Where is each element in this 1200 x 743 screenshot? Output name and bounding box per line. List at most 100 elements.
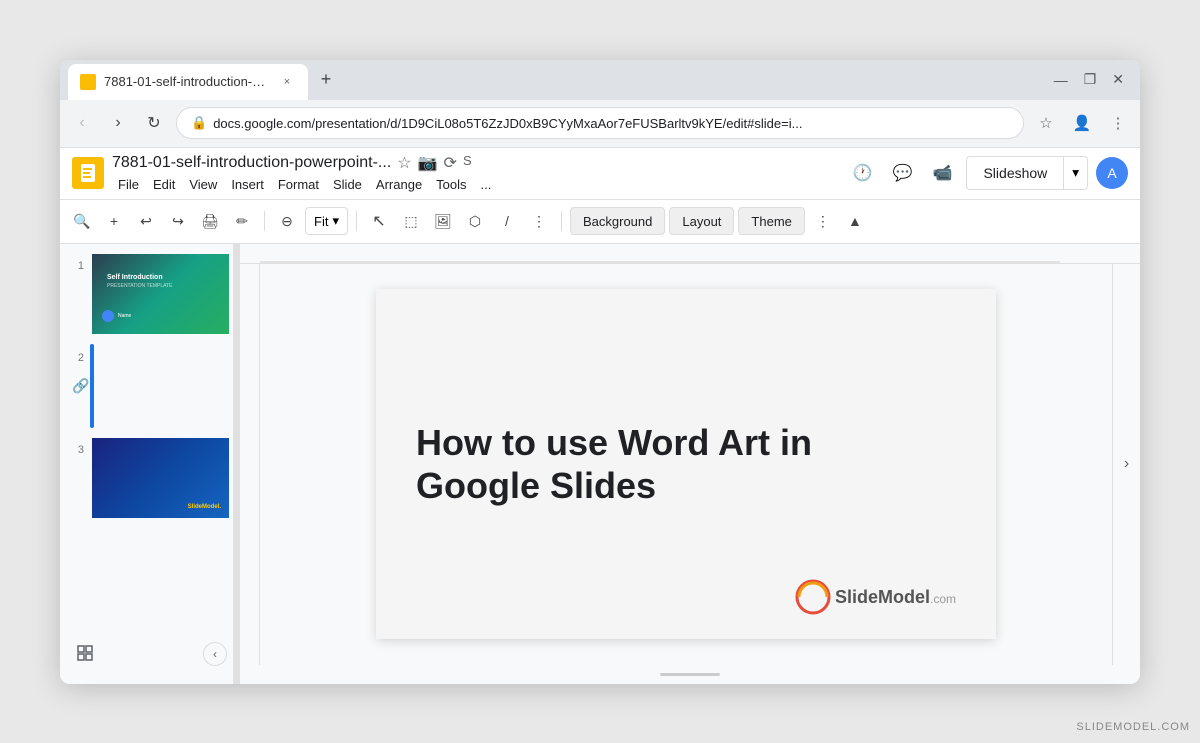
cloud-icon[interactable]: S bbox=[463, 153, 472, 173]
link-icon: 🔗 bbox=[72, 377, 89, 394]
video-button[interactable]: 📹 bbox=[926, 157, 958, 189]
tab-close-button[interactable]: × bbox=[278, 73, 296, 91]
doc-title[interactable]: 7881-01-self-introduction-powerpoint-... bbox=[112, 154, 391, 172]
logo-text: SlideModel bbox=[835, 587, 930, 607]
image-tool[interactable]: 🖼 bbox=[429, 207, 457, 235]
horizontal-ruler: /* ruler ticks */ bbox=[240, 244, 1140, 264]
extensions-button[interactable]: ⋮ bbox=[1104, 109, 1132, 137]
close-button[interactable]: ✕ bbox=[1112, 71, 1124, 88]
zoom-selector[interactable]: Fit ▾ bbox=[305, 207, 348, 235]
progress-bar bbox=[660, 673, 720, 676]
menu-file[interactable]: File bbox=[112, 175, 145, 194]
app-icon bbox=[72, 157, 104, 189]
line-tool[interactable]: / bbox=[493, 207, 521, 235]
lock-icon: 🔒 bbox=[191, 115, 207, 131]
doc-title-row: 7881-01-self-introduction-powerpoint-...… bbox=[112, 153, 838, 173]
more-tools-btn[interactable]: ⋮ bbox=[525, 207, 553, 235]
shape-tool[interactable]: ⬡ bbox=[461, 207, 489, 235]
url-text: docs.google.com/presentation/d/1D9CiL08o… bbox=[213, 116, 1009, 131]
paint-format-button[interactable]: ✏ bbox=[228, 207, 256, 235]
slide-panel: 1 Self Introduction PRESENTATION TEMPLAT… bbox=[60, 244, 240, 684]
menu-view[interactable]: View bbox=[183, 175, 223, 194]
slide-thumbnail-3[interactable]: SlideModel. bbox=[90, 436, 231, 520]
refresh-icon[interactable]: ⟳ bbox=[444, 153, 457, 173]
menu-edit[interactable]: Edit bbox=[147, 175, 181, 194]
slideshow-button[interactable]: Slideshow bbox=[966, 156, 1064, 190]
slide-main-title[interactable]: How to use Word Art in Google Slides bbox=[416, 421, 916, 507]
vertical-ruler bbox=[240, 264, 260, 665]
menu-arrange[interactable]: Arrange bbox=[370, 175, 428, 194]
slide-1-content: Self Introduction PRESENTATION TEMPLATE … bbox=[92, 254, 229, 334]
profile-button[interactable]: 👤 bbox=[1068, 109, 1096, 137]
theme-button[interactable]: Theme bbox=[738, 207, 804, 235]
slide-canvas[interactable]: How to use Word Art in Google Slides Sli… bbox=[260, 264, 1112, 665]
doc-title-area: 7881-01-self-introduction-powerpoint-...… bbox=[112, 153, 838, 194]
formatting-toolbar: 🔍 + ↩ ↪ 🖨 ✏ ⊖ Fit ▾ ↖ ⬚ 🖼 ⬡ / ⋮ Backgrou… bbox=[60, 200, 1140, 244]
more-options-button[interactable]: ⋮ bbox=[809, 207, 837, 235]
slide-number-1: 1 bbox=[68, 260, 84, 272]
collapse-toolbar-button[interactable]: ▲ bbox=[841, 207, 869, 235]
separator-2 bbox=[356, 211, 357, 231]
doc-icons: ☆ 📷 ⟳ S bbox=[397, 153, 471, 173]
background-button[interactable]: Background bbox=[570, 207, 665, 235]
url-bar[interactable]: 🔒 docs.google.com/presentation/d/1D9CiL0… bbox=[176, 107, 1024, 139]
address-bar: ‹ › ↻ 🔒 docs.google.com/presentation/d/1… bbox=[60, 100, 1140, 148]
slideshow-btn-group: Slideshow ▾ bbox=[966, 156, 1088, 190]
canvas-area: /* ruler ticks */ How to use Word Art in… bbox=[240, 244, 1140, 684]
app-toolbar: 7881-01-self-introduction-powerpoint-...… bbox=[60, 148, 1140, 200]
bookmark-button[interactable]: ☆ bbox=[1032, 109, 1060, 137]
separator-3 bbox=[561, 211, 562, 231]
redo-button[interactable]: ↪ bbox=[164, 207, 192, 235]
slide-background: How to use Word Art in Google Slides Sli… bbox=[376, 289, 996, 639]
print-button[interactable]: 🖨 bbox=[196, 207, 224, 235]
grid-view-button[interactable] bbox=[72, 640, 100, 668]
menu-format[interactable]: Format bbox=[272, 175, 325, 194]
zoom-in-button[interactable]: 🔍 bbox=[68, 207, 96, 235]
slide-3-content: SlideModel. bbox=[92, 438, 229, 518]
new-tab-button[interactable]: + bbox=[312, 66, 340, 94]
back-button[interactable]: ‹ bbox=[68, 109, 96, 137]
reload-button[interactable]: ↻ bbox=[140, 109, 168, 137]
comment-button[interactable]: 💬 bbox=[886, 157, 918, 189]
window-controls: — ❐ ✕ bbox=[1054, 71, 1132, 88]
menu-more[interactable]: ... bbox=[475, 175, 498, 194]
minimize-button[interactable]: — bbox=[1054, 72, 1068, 88]
menu-slide[interactable]: Slide bbox=[327, 175, 368, 194]
cursor-tool[interactable]: ↖ bbox=[365, 207, 393, 235]
right-scroll-button[interactable]: › bbox=[1112, 264, 1140, 665]
camera-icon[interactable]: 📷 bbox=[418, 153, 438, 173]
slide-thumbnail-1[interactable]: Self Introduction PRESENTATION TEMPLATE … bbox=[90, 252, 231, 336]
logo-suffix: .com bbox=[930, 592, 956, 606]
list-item: 1 Self Introduction PRESENTATION TEMPLAT… bbox=[60, 252, 239, 336]
zoom-out-icon[interactable]: ⊖ bbox=[273, 207, 301, 235]
slide-thumbnail-2[interactable]: How to use Word Art in Google Slides bbox=[90, 344, 94, 428]
slide-logo-area: SlideModel.com bbox=[795, 579, 956, 615]
watermark: SLIDEMODEL.COM bbox=[1076, 721, 1190, 733]
menu-tools[interactable]: Tools bbox=[430, 175, 472, 194]
add-button[interactable]: + bbox=[100, 207, 128, 235]
undo-button[interactable]: ↩ bbox=[132, 207, 160, 235]
panel-bottom-controls: ‹ bbox=[60, 632, 239, 676]
list-item: 2 🔗 How to use Word Art in Google Slides bbox=[60, 344, 239, 428]
collapse-panel-button[interactable]: ‹ bbox=[203, 642, 227, 666]
slidemodel-text: SlideModel.com bbox=[835, 587, 956, 608]
chevron-right-icon: › bbox=[1124, 455, 1129, 473]
zoom-value: Fit bbox=[314, 214, 328, 229]
menu-insert[interactable]: Insert bbox=[225, 175, 270, 194]
user-avatar[interactable]: A bbox=[1096, 157, 1128, 189]
toolbar-right: 🕐 💬 📹 Slideshow ▾ A bbox=[846, 156, 1128, 190]
select-tool[interactable]: ⬚ bbox=[397, 207, 425, 235]
main-content: 1 Self Introduction PRESENTATION TEMPLAT… bbox=[60, 244, 1140, 684]
browser-tab[interactable]: 7881-01-self-introduction-powe... × bbox=[68, 64, 308, 100]
slide-number-2: 2 bbox=[68, 352, 84, 364]
star-icon[interactable]: ☆ bbox=[397, 153, 411, 173]
layout-button[interactable]: Layout bbox=[669, 207, 734, 235]
title-bar: 7881-01-self-introduction-powe... × + — … bbox=[60, 60, 1140, 100]
forward-button[interactable]: › bbox=[104, 109, 132, 137]
slideshow-dropdown-button[interactable]: ▾ bbox=[1064, 156, 1088, 190]
slide-view: How to use Word Art in Google Slides Sli… bbox=[376, 289, 996, 639]
doc-menu: File Edit View Insert Format Slide Arran… bbox=[112, 175, 838, 194]
maximize-button[interactable]: ❐ bbox=[1084, 71, 1097, 88]
history-button[interactable]: 🕐 bbox=[846, 157, 878, 189]
browser-window: 7881-01-self-introduction-powe... × + — … bbox=[60, 60, 1140, 684]
